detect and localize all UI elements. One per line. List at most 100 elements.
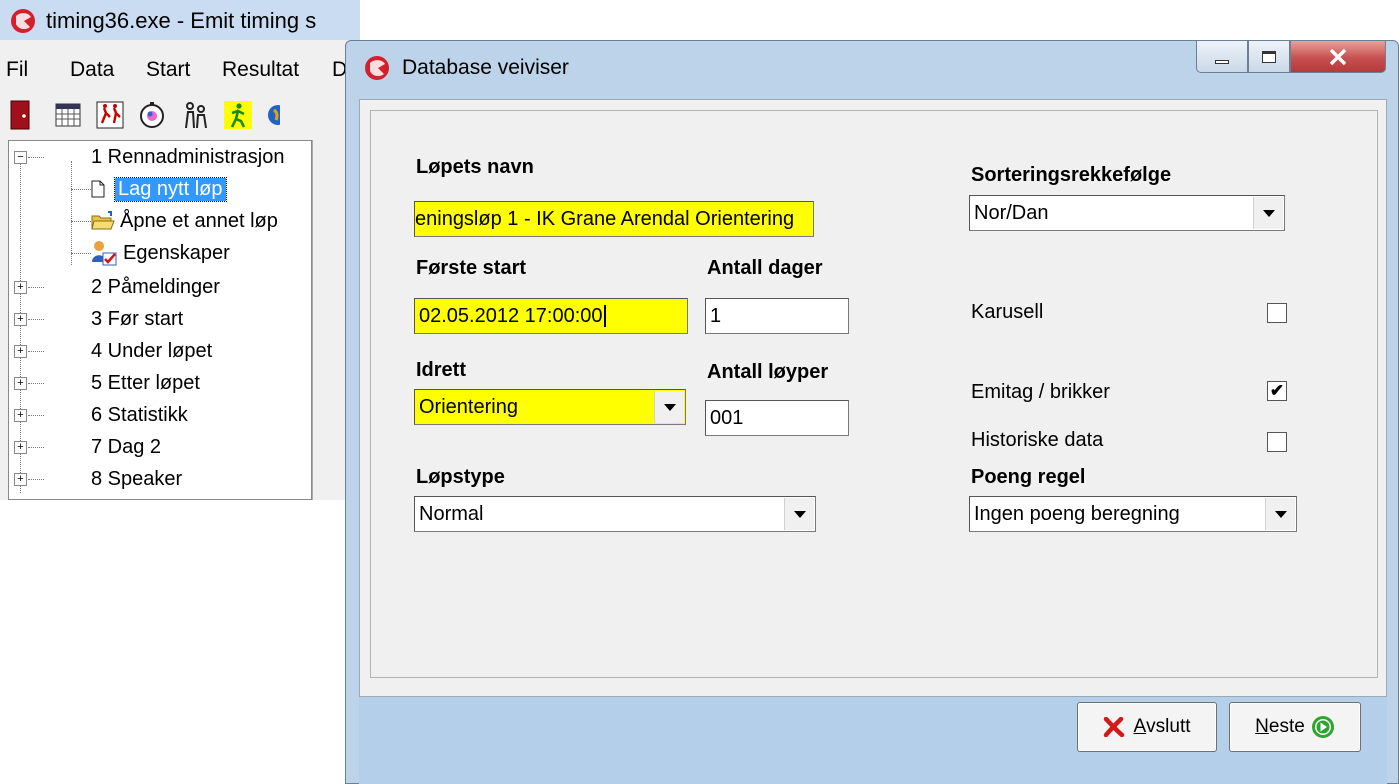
tree-node-speaker[interactable]: 8 Speaker: [91, 464, 182, 494]
tree-node-egenskaper[interactable]: Egenskaper: [91, 238, 230, 268]
menu-start[interactable]: Start: [146, 58, 190, 82]
lopets-navn-value: eningsløp 1 - IK Grane Arendal Orienteri…: [415, 207, 795, 230]
main-window-title: timing36.exe - Emit timing s: [46, 8, 317, 33]
lopstype-label: Løpstype: [416, 466, 505, 488]
antall-loyper-value: 001: [710, 406, 744, 429]
lopets-navn-label: Løpets navn: [416, 156, 534, 178]
text-cursor: [603, 305, 606, 327]
door-icon[interactable]: [4, 99, 36, 131]
menu-resultat[interactable]: Resultat: [222, 58, 299, 82]
tree-connector: [71, 161, 72, 265]
maximize-button[interactable]: [1248, 41, 1290, 73]
chevron-down-icon: [1262, 209, 1275, 217]
expand-icon[interactable]: +: [14, 313, 27, 326]
tree-node-dag-2[interactable]: 7 Dag 2: [91, 432, 161, 462]
dialog-titlebar[interactable]: Database veiviser: [346, 41, 1398, 97]
tree-node-label: Egenskaper: [123, 241, 230, 264]
close-button[interactable]: [1290, 41, 1386, 73]
dialog-body: Løpets navn eningsløp 1 - IK Grane Arend…: [359, 99, 1387, 697]
tree-node-etter-lopet[interactable]: 5 Etter løpet: [91, 368, 200, 398]
expand-icon[interactable]: +: [14, 441, 27, 454]
dropdown-button[interactable]: [654, 391, 684, 423]
forste-start-input[interactable]: 02.05.2012 17:00:00: [414, 298, 688, 334]
antall-dager-value: 1: [710, 304, 722, 327]
runner-icon[interactable]: [222, 99, 254, 131]
tree-connector: [28, 479, 44, 480]
main-toolbar: [0, 95, 360, 139]
runners-icon[interactable]: [94, 99, 126, 131]
antall-dager-input[interactable]: 1: [705, 298, 849, 334]
tree-node-for-start[interactable]: 3 Før start: [91, 304, 183, 334]
next-arrow-icon: [1311, 716, 1334, 738]
menu-data[interactable]: Data: [70, 58, 114, 82]
emitag-checkbox[interactable]: ✔: [1267, 381, 1287, 401]
tree-node-label: 3 Før start: [91, 307, 184, 330]
sortering-select[interactable]: Nor/Dan: [969, 195, 1285, 231]
cancel-x-icon: [1104, 717, 1125, 737]
dropdown-button[interactable]: [1265, 498, 1295, 530]
emitag-label: Emitag / brikker: [971, 381, 1110, 403]
tree-node-lag-nytt-lop[interactable]: Lag nytt løp: [91, 174, 227, 204]
new-document-icon: [91, 180, 105, 198]
maximize-icon: [1262, 50, 1276, 63]
menu-fil[interactable]: Fil: [6, 58, 28, 82]
avslutt-button[interactable]: Avslutt: [1077, 702, 1217, 752]
desktop: timing36.exe - Emit timing s Fil Data St…: [0, 0, 1399, 784]
tree-connector: [28, 351, 44, 352]
main-titlebar[interactable]: timing36.exe - Emit timing s: [0, 0, 360, 40]
idrett-select[interactable]: Orientering: [414, 389, 686, 425]
sortering-label: Sorteringsrekkefølge: [971, 164, 1172, 186]
neste-mnemonic: N: [1255, 716, 1269, 737]
main-window: timing36.exe - Emit timing s Fil Data St…: [0, 0, 360, 500]
expand-icon[interactable]: +: [14, 345, 27, 358]
expand-icon[interactable]: +: [14, 473, 27, 486]
form-panel: Løpets navn eningsløp 1 - IK Grane Arend…: [370, 110, 1378, 678]
tree-node-label: 6 Statistikk: [91, 403, 188, 426]
tree-node-label-selected: Lag nytt løp: [114, 176, 227, 202]
tree-node-pameldinger[interactable]: 2 Påmeldinger: [91, 272, 220, 302]
dropdown-button[interactable]: [784, 498, 814, 530]
open-folder-icon: [91, 211, 115, 230]
karusell-checkbox[interactable]: [1267, 303, 1287, 323]
expand-icon[interactable]: +: [14, 377, 27, 390]
poeng-regel-select[interactable]: Ingen poeng beregning: [969, 496, 1297, 532]
tree-node-apne-et-annet-lop[interactable]: Åpne et annet løp: [91, 206, 278, 236]
collapse-icon[interactable]: −: [14, 151, 27, 164]
dialog-title: Database veiviser: [402, 56, 569, 79]
expand-icon[interactable]: +: [14, 281, 27, 294]
lopstype-value: Normal: [419, 502, 484, 525]
tree-node-label: 5 Etter løpet: [91, 371, 200, 394]
stopwatch-icon[interactable]: [136, 99, 168, 131]
expand-icon[interactable]: +: [14, 409, 27, 422]
main-menubar: Fil Data Start Resultat D: [0, 50, 360, 90]
antall-dager-label: Antall dager: [707, 257, 823, 279]
neste-button[interactable]: Neste: [1229, 702, 1361, 752]
people-icon[interactable]: [180, 99, 212, 131]
app-logo-icon: [365, 56, 389, 80]
tree-node-label: 7 Dag 2: [91, 435, 162, 458]
poeng-regel-value: Ingen poeng beregning: [974, 502, 1180, 525]
historiske-data-checkbox[interactable]: [1267, 432, 1287, 452]
lopstype-select[interactable]: Normal: [414, 496, 816, 532]
globe-icon[interactable]: [260, 99, 280, 131]
tree-node-label: Åpne et annet løp: [120, 209, 278, 232]
forste-start-label: Første start: [416, 257, 527, 279]
tree-node-statistikk[interactable]: 6 Statistikk: [91, 400, 188, 430]
tree-node-label: 8 Speaker: [91, 467, 183, 490]
close-icon: [1329, 48, 1347, 65]
chevron-down-icon: [793, 510, 806, 518]
chevron-down-icon: [1274, 510, 1287, 518]
tree-node-label: 4 Under løpet: [91, 339, 213, 362]
tree-node-under-lopet[interactable]: 4 Under løpet: [91, 336, 212, 366]
karusell-label: Karusell: [971, 301, 1044, 323]
minimize-button[interactable]: [1196, 41, 1248, 73]
antall-loyper-input[interactable]: 001: [705, 400, 849, 436]
lopets-navn-input[interactable]: eningsløp 1 - IK Grane Arendal Orienteri…: [414, 201, 814, 237]
tree-node-label: 2 Påmeldinger: [91, 275, 220, 298]
navigation-tree[interactable]: − 1 Rennadministrasjon Lag nytt løp Åpne…: [8, 140, 312, 500]
dropdown-button[interactable]: [1253, 197, 1283, 229]
forste-start-value: 02.05.2012 17:00:00: [419, 304, 603, 327]
calendar-grid-icon[interactable]: [52, 99, 84, 131]
tree-node-rennadministrasjon[interactable]: 1 Rennadministrasjon: [91, 142, 284, 172]
avslutt-label-rest: vslutt: [1146, 716, 1191, 737]
